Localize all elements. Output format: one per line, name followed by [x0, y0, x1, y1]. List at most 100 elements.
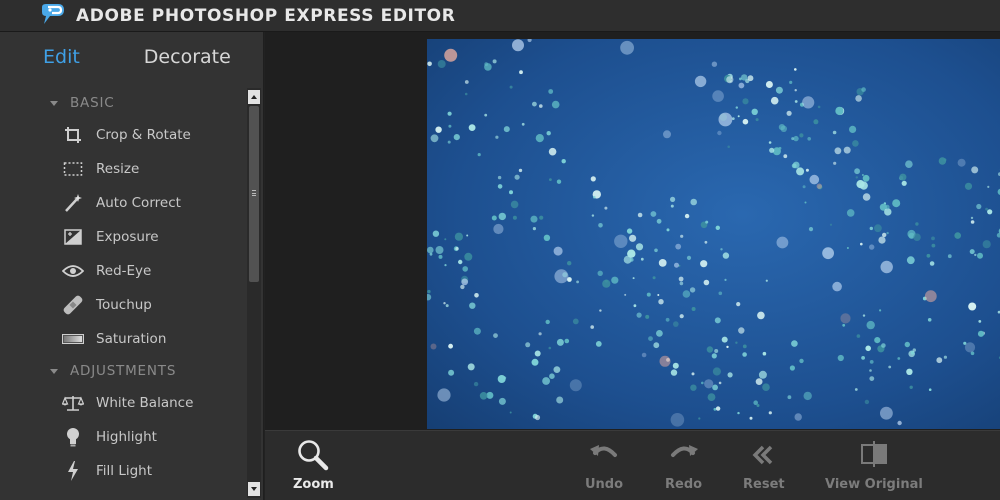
droplet	[905, 160, 913, 168]
tool-fill-light[interactable]: Fill Light	[0, 454, 246, 488]
droplet	[906, 256, 915, 265]
droplet	[718, 381, 722, 385]
app-title: ADOBE PHOTOSHOP EXPRESS EDITOR	[76, 5, 456, 26]
view-original-button[interactable]: View Original	[825, 439, 923, 492]
droplet	[690, 384, 697, 391]
resize-icon	[62, 158, 84, 180]
tool-label: Resize	[96, 161, 140, 177]
sidebar-scrollbar[interactable]	[247, 88, 261, 498]
droplet	[538, 332, 542, 336]
droplet	[969, 249, 975, 255]
droplet	[700, 260, 708, 268]
droplet	[672, 362, 679, 369]
zoom-label: Zoom	[293, 477, 334, 492]
droplet	[447, 140, 451, 144]
tool-highlight[interactable]: Highlight	[0, 420, 246, 454]
droplet	[799, 133, 804, 138]
droplet	[458, 259, 463, 265]
scroll-up-button[interactable]	[248, 90, 260, 104]
tab-decorate[interactable]: Decorate	[144, 46, 231, 68]
bokeh-dot	[718, 112, 733, 127]
undo-icon	[590, 445, 618, 457]
droplet	[657, 294, 660, 296]
droplet	[731, 117, 735, 120]
droplet	[722, 252, 730, 259]
droplet	[532, 227, 536, 231]
magnifier-icon	[298, 440, 329, 471]
droplet	[804, 201, 807, 204]
droplet	[791, 340, 798, 347]
scroll-thumb[interactable]	[249, 106, 259, 282]
droplet	[438, 254, 443, 259]
droplet	[861, 174, 864, 176]
droplet	[947, 254, 952, 259]
droplet	[794, 100, 798, 103]
tool-touchup[interactable]: Touchup	[0, 288, 246, 322]
droplet	[427, 61, 432, 67]
droplet	[597, 270, 603, 276]
droplet	[539, 104, 543, 108]
arrow-down-icon	[251, 487, 257, 491]
droplet	[874, 337, 881, 344]
bokeh-dot	[924, 290, 937, 303]
tool-exposure[interactable]: Exposure	[0, 220, 246, 254]
tool-white-balance[interactable]: White Balance	[0, 386, 246, 420]
bottom-toolbar: Zoom Undo Redo Reset View Original	[265, 430, 1000, 500]
droplet	[715, 225, 720, 230]
tab-edit[interactable]: Edit	[43, 46, 80, 68]
tool-resize[interactable]: Resize	[0, 152, 246, 186]
mode-tabs: Edit Decorate	[0, 32, 263, 82]
undo-button[interactable]: Undo	[585, 439, 623, 492]
droplet	[435, 246, 444, 254]
photo-canvas[interactable]	[427, 39, 1000, 429]
rewind-icon	[752, 445, 773, 465]
droplet	[437, 60, 446, 68]
droplet	[654, 248, 658, 253]
section-header-basic[interactable]: BASIC	[0, 88, 246, 118]
droplet	[637, 212, 643, 218]
bokeh-dot	[553, 246, 563, 256]
droplet	[593, 195, 596, 199]
droplet	[510, 200, 519, 209]
droplet	[469, 302, 476, 309]
tool-list: BASIC Crop & Rotate Resize Auto Correct	[0, 88, 246, 500]
droplet	[888, 365, 892, 369]
droplet	[712, 384, 718, 391]
droplet	[849, 125, 857, 133]
bokeh-dot	[659, 355, 671, 367]
droplet	[742, 118, 749, 125]
tool-saturation[interactable]: Saturation	[0, 322, 246, 356]
section-header-adjustments[interactable]: ADJUSTMENTS	[0, 356, 246, 386]
redo-button[interactable]: Redo	[665, 439, 702, 492]
bokeh-dot	[776, 236, 789, 249]
compare-icon	[860, 441, 887, 467]
droplet	[835, 106, 844, 116]
droplet	[882, 232, 887, 238]
tool-red-eye[interactable]: Red-Eye	[0, 254, 246, 288]
reset-button[interactable]: Reset	[743, 439, 785, 492]
droplet	[833, 161, 837, 165]
droplet	[703, 279, 710, 286]
droplet	[448, 369, 455, 376]
droplet	[598, 223, 603, 228]
tool-auto-correct[interactable]: Auto Correct	[0, 186, 246, 220]
magic-wand-icon	[62, 192, 84, 214]
droplet	[705, 220, 709, 224]
droplet	[856, 334, 861, 338]
droplet	[503, 126, 510, 133]
droplet	[567, 261, 572, 266]
droplet	[879, 309, 882, 312]
droplet	[445, 304, 449, 308]
droplet	[646, 292, 651, 297]
bokeh-dot	[461, 278, 469, 286]
droplet	[865, 345, 871, 352]
scroll-down-button[interactable]	[248, 482, 260, 496]
droplet	[684, 213, 690, 219]
tool-crop-rotate[interactable]: Crop & Rotate	[0, 118, 246, 152]
droplet	[931, 236, 935, 241]
title-bar: ADOBE PHOTOSHOP EXPRESS EDITOR	[0, 0, 1000, 32]
droplet	[548, 89, 554, 94]
droplet	[869, 226, 873, 231]
zoom-button[interactable]: Zoom	[293, 439, 334, 492]
droplet	[869, 369, 872, 372]
